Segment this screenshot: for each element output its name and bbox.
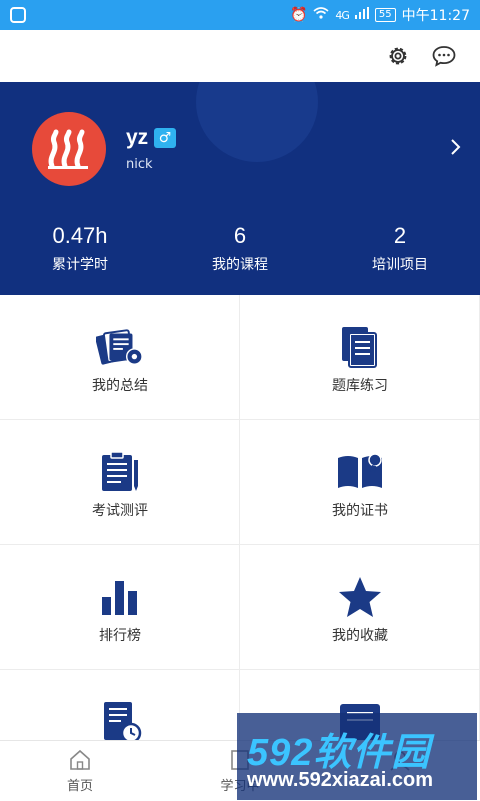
ranking-icon — [96, 573, 144, 621]
message-icon — [432, 46, 456, 67]
exam-icon — [96, 448, 144, 496]
tab-label: 首页 — [66, 779, 93, 794]
stat-my-courses[interactable]: 6 我的课程 — [160, 222, 320, 274]
menu-item-label: 我的总结 — [92, 378, 148, 394]
gender-male-icon: ♂ — [154, 128, 176, 148]
message-button[interactable] — [430, 42, 458, 70]
stat-label: 培训项目 — [372, 257, 428, 273]
clock: 中午11:27 — [401, 8, 470, 24]
chevron-right-icon[interactable] — [450, 138, 462, 160]
menu-item-summary[interactable]: 我的总结 — [0, 295, 240, 420]
settings-button[interactable] — [384, 42, 412, 70]
stat-value: 0.47h — [52, 223, 108, 248]
menu-item-certificate[interactable]: 我的证书 — [240, 420, 480, 545]
site-watermark: 592软件园 www.592xiazai.com — [237, 713, 477, 800]
profile-header[interactable]: yz ♂ nick 0.47h 累计学时 6 我的课程 2 培训项目 — [0, 82, 480, 295]
wifi-icon — [313, 7, 329, 23]
menu-grid: 我的总结 题库练习 考试测评 我的证书 排行榜 我的收藏 — [0, 295, 480, 740]
menu-item-ranking[interactable]: 排行榜 — [0, 545, 240, 670]
stat-study-hours[interactable]: 0.47h 累计学时 — [0, 222, 160, 274]
menu-item-exam[interactable]: 考试测评 — [0, 420, 240, 545]
home-icon — [70, 749, 90, 770]
alarm-icon: ⏰ — [289, 7, 308, 23]
status-right: ⏰ 4G 55 中午11:27 — [290, 5, 470, 25]
stat-value: 6 — [233, 223, 247, 248]
stat-value: 2 — [393, 223, 407, 248]
avatar-logo-icon — [48, 129, 88, 169]
stat-label: 累计学时 — [52, 257, 108, 273]
history-icon — [96, 698, 144, 740]
certificate-icon — [336, 448, 384, 496]
signal-icon — [354, 7, 369, 23]
watermark-brand: 592软件园 — [247, 732, 431, 774]
question-bank-icon — [336, 323, 384, 371]
menu-item-label: 排行榜 — [99, 628, 141, 644]
star-icon — [336, 573, 384, 621]
decorative-circle — [196, 82, 318, 162]
menu-item-favorites[interactable]: 我的收藏 — [240, 545, 480, 670]
menu-item-label: 我的证书 — [332, 503, 388, 519]
stat-label: 我的课程 — [212, 257, 268, 273]
menu-item-question-bank[interactable]: 题库练习 — [240, 295, 480, 420]
avatar[interactable] — [32, 112, 106, 186]
battery-level: 55 — [374, 8, 396, 22]
summary-icon — [96, 323, 144, 371]
menu-item-label: 考试测评 — [92, 503, 148, 519]
watermark-url: www.592xiazai.com — [247, 769, 434, 791]
username: yz — [126, 126, 149, 149]
app-notification-icon — [10, 7, 26, 23]
stat-training-projects[interactable]: 2 培训项目 — [320, 222, 480, 274]
menu-item-history[interactable] — [0, 670, 240, 740]
tab-home[interactable]: 首页 — [0, 741, 160, 801]
network-type: 4G — [335, 8, 349, 22]
menu-item-label: 题库练习 — [332, 378, 388, 394]
gear-icon — [389, 47, 407, 65]
top-bar — [0, 30, 480, 82]
status-bar: ⏰ 4G 55 中午11:27 — [0, 0, 480, 30]
menu-item-label: 我的收藏 — [332, 628, 388, 644]
nickname: nick — [126, 157, 153, 172]
